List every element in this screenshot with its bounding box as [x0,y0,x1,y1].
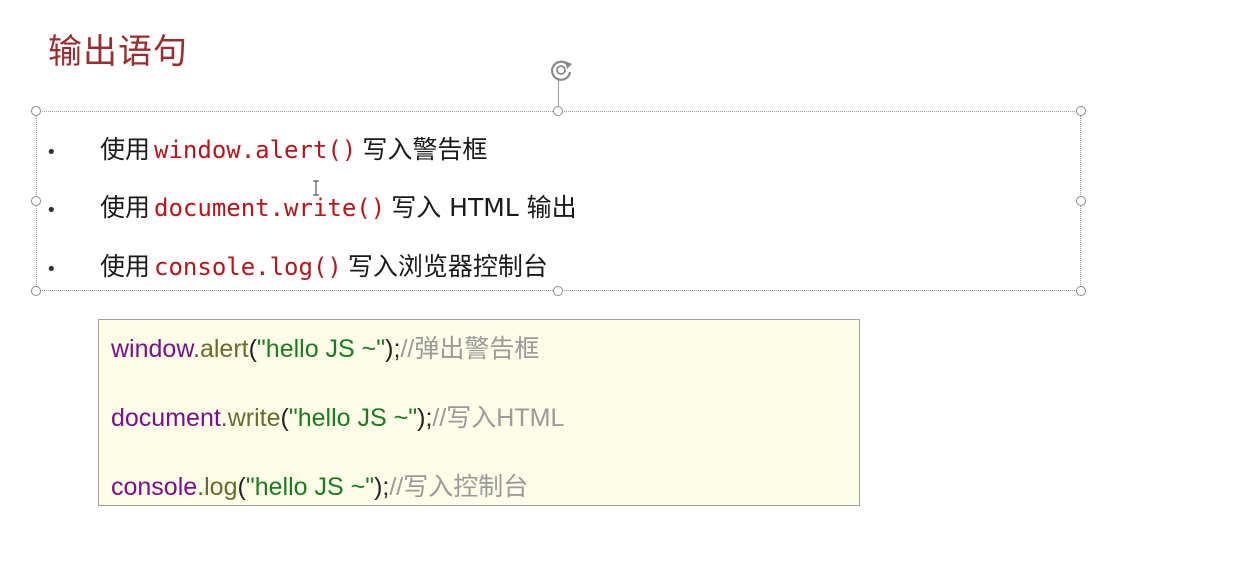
bullet-prefix: 使用 [100,135,151,164]
code-dot: . [220,404,228,432]
code-method: alert [199,335,249,363]
code-close: ); [417,404,433,432]
resize-handle-middle-left[interactable] [31,196,41,206]
bullet-suffix: 写入警告框 [362,135,488,164]
code-comment: //写入HTML [432,404,565,432]
bullet-marker: • [46,200,57,221]
resize-handle-bottom-left[interactable] [31,286,41,296]
bullet-prefix: 使用 [100,193,151,222]
code-open-paren: ( [280,404,289,432]
resize-handle-middle-right[interactable] [1076,196,1086,206]
slide-canvas: 输出语句 • 使用 window.alert() 写入警告框 • 使用 docu… [0,0,1241,583]
code-comment: //写入控制台 [389,473,529,501]
resize-handle-bottom-center[interactable] [553,286,563,296]
bullet-prefix: 使用 [100,252,151,281]
code-object: window [111,335,193,363]
code-dot: . [193,335,200,363]
resize-handle-top-right[interactable] [1076,106,1086,116]
code-object: document [111,404,221,432]
i-beam-cursor-icon [312,180,320,196]
bullet-code: console.log() [154,253,342,281]
code-line-log: console.log("hello JS ~");//写入控制台 [111,467,528,503]
code-comment: //弹出警告框 [400,335,540,363]
code-object: console [111,473,198,501]
resize-handle-top-center[interactable] [553,106,563,116]
code-string: "hello JS ~" [245,473,375,501]
code-close: ); [385,335,401,363]
resize-handle-bottom-right[interactable] [1076,286,1086,296]
bullet-item-log[interactable]: • 使用 console.log() 写入浏览器控制台 [46,247,548,283]
code-method: log [204,473,238,501]
bullet-suffix: 写入浏览器控制台 [347,252,548,281]
code-line-alert: window.alert("hello JS ~");//弹出警告框 [111,329,539,365]
code-sample-panel[interactable]: window.alert("hello JS ~");//弹出警告框 docum… [98,319,860,506]
code-open-paren: ( [237,473,246,501]
bullet-code: document.write() [154,194,386,222]
bullet-marker: • [46,142,57,163]
bullet-suffix: 写入 HTML 输出 [391,193,577,222]
slide-title[interactable]: 输出语句 [48,24,188,73]
code-open-paren: ( [248,335,257,363]
code-line-write: document.write("hello JS ~");//写入HTML [111,398,564,434]
code-string: "hello JS ~" [256,335,386,363]
bullet-marker: • [46,259,57,280]
resize-handle-top-left[interactable] [31,106,41,116]
code-string: "hello JS ~" [288,404,418,432]
code-close: ); [374,473,390,501]
rotate-icon[interactable] [546,55,576,85]
bullet-item-alert[interactable]: • 使用 window.alert() 写入警告框 [46,130,487,166]
bullet-code: window.alert() [154,136,357,164]
code-method: write [227,404,281,432]
